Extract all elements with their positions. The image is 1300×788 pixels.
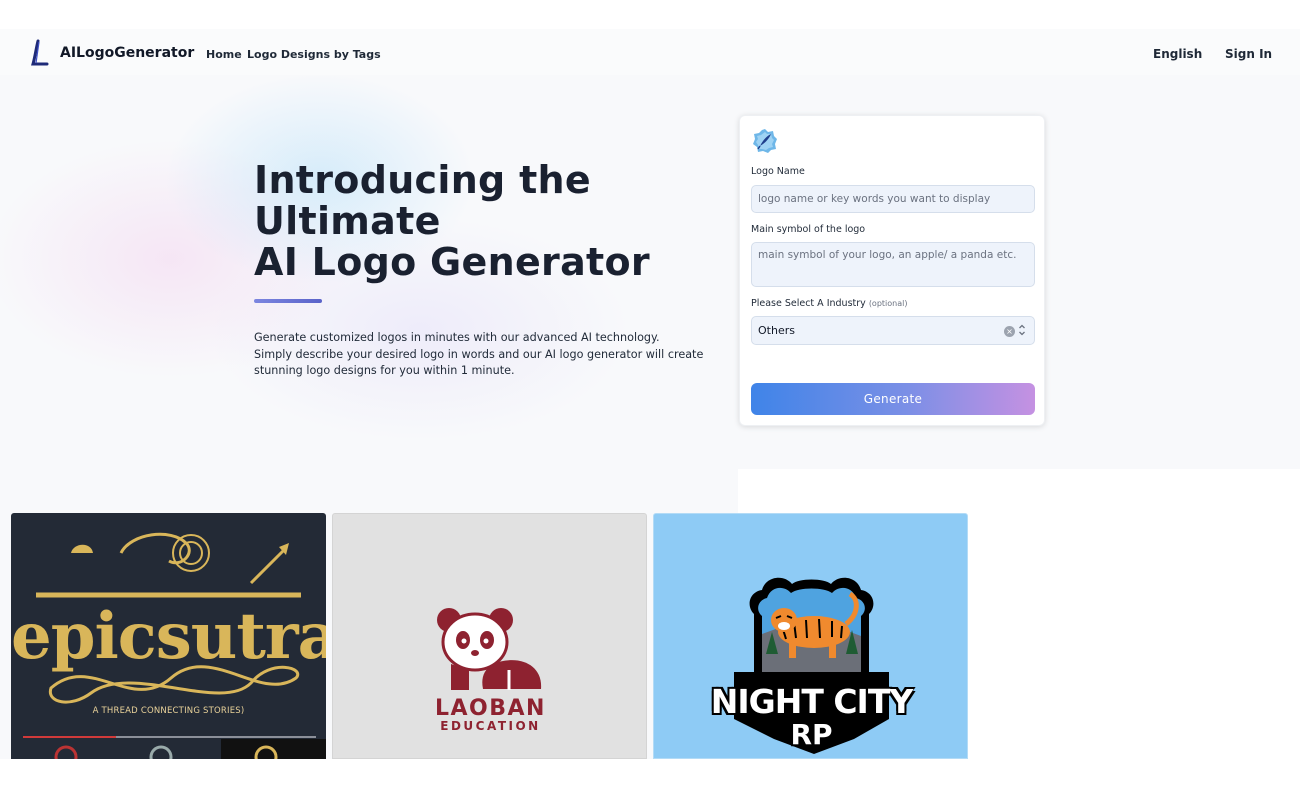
hero-title-line: AI Logo Generator (254, 240, 650, 284)
hero-title-underline (254, 299, 322, 303)
logo-name-input[interactable] (751, 185, 1035, 213)
brand-name[interactable]: AILogoGenerator (60, 45, 194, 61)
sign-in-link[interactable]: Sign In (1225, 47, 1272, 61)
hero-description-line: Simply describe your desired logo in wor… (254, 347, 704, 361)
logo-name-label: Logo Name (751, 166, 805, 177)
hero-description-line: Generate customized logos in minutes wit… (254, 331, 660, 344)
gallery-logo-subtitle: EDUCATION (440, 719, 541, 733)
generate-button[interactable]: Generate (751, 383, 1035, 415)
gallery-logo-subtitle: A THREAD CONNECTING STORIES) (92, 706, 245, 716)
gallery-logo-text: epicsutra (11, 599, 326, 674)
hero-title-line: Ultimate (254, 199, 441, 243)
nav-home-link[interactable]: Home (206, 48, 242, 61)
chevron-up-down-icon[interactable] (1018, 323, 1026, 337)
gallery-logo-text: LAOBAN (435, 696, 546, 721)
hero-title: Introducing the Ultimate AI Logo Generat… (254, 160, 724, 283)
industry-label: Please Select A Industry (optional) (751, 298, 907, 309)
gallery-logo-text: NIGHT CITY (710, 682, 914, 721)
nav-logo-tags-link[interactable]: Logo Designs by Tags (247, 48, 381, 61)
logo-symbol-input[interactable] (751, 242, 1035, 287)
industry-select-value: Others (758, 324, 795, 337)
brand-logo-icon[interactable] (30, 39, 52, 67)
industry-optional-note: (optional) (868, 299, 908, 308)
hero-description: Generate customized logos in minutes wit… (254, 330, 704, 380)
gallery-logo-subtitle: RP (790, 718, 833, 751)
logo-symbol-label: Main symbol of the logo (751, 224, 866, 235)
industry-select[interactable]: Others × (751, 316, 1035, 345)
logo-generator-form: Logo Name Main symbol of the logo Please… (739, 115, 1045, 426)
page: AILogoGenerator Home Logo Designs by Tag… (0, 0, 1300, 788)
industry-label-text: Please Select A Industry (751, 298, 866, 309)
hero-description-line: stunning logo designs for you within 1 m… (254, 364, 515, 377)
magic-quill-icon (753, 129, 777, 153)
language-selector[interactable]: English (1153, 47, 1202, 61)
hero-title-line: Introducing the (254, 158, 591, 202)
clear-icon[interactable]: × (1004, 326, 1015, 337)
gallery-logo-card[interactable]: epicsutra A THREAD CONNECTING STORIES) (11, 513, 326, 759)
gallery-logo-card[interactable]: NIGHT CITY RP (653, 513, 968, 759)
gallery-logo-card[interactable]: LAOBAN EDUCATION (332, 513, 647, 759)
top-navbar: AILogoGenerator Home Logo Designs by Tag… (0, 29, 1300, 75)
